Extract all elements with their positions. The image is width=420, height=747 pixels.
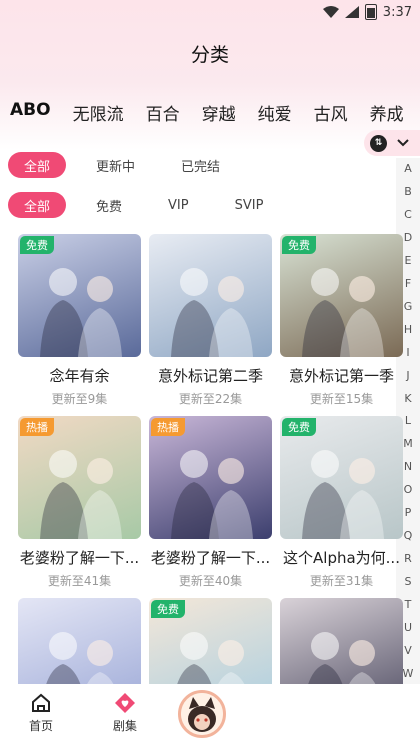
alpha-letter[interactable]: P xyxy=(405,506,412,519)
bottom-fade xyxy=(250,684,396,747)
tab-1[interactable]: 无限流 xyxy=(73,96,124,132)
badge-free: 免费 xyxy=(20,236,54,254)
drama-cover[interactable]: 免费 xyxy=(18,234,141,357)
home-icon xyxy=(32,693,50,712)
alpha-letter[interactable]: O xyxy=(404,483,413,496)
alpha-letter[interactable]: T xyxy=(405,598,412,611)
drama-heart-icon xyxy=(115,693,135,713)
drama-title[interactable]: 老婆粉了解一下... xyxy=(18,547,141,568)
wifi-icon xyxy=(322,6,339,18)
drama-title[interactable]: 老婆粉了解一下... xyxy=(149,547,272,568)
drama-cover[interactable] xyxy=(149,234,272,357)
drama-title[interactable]: 这个Alpha为何... xyxy=(280,547,403,568)
alpha-letter[interactable]: M xyxy=(403,437,413,450)
status-chip-1[interactable]: 更新中 xyxy=(80,152,151,178)
alpha-letter[interactable]: B xyxy=(404,185,412,198)
alpha-letter[interactable]: D xyxy=(404,231,412,244)
drama-card[interactable]: 免费这个Alpha为何... 更新至31集 xyxy=(280,416,403,598)
battery-icon xyxy=(364,4,377,20)
sort-icon[interactable]: ⇅ xyxy=(370,134,387,152)
drama-cover[interactable]: 热播 xyxy=(149,416,272,539)
alpha-letter[interactable]: R xyxy=(404,552,412,565)
pay-filter-row: 全部 免费 VIP SVIP xyxy=(8,192,293,218)
category-tabs: ABO 无限流 百合 穿越 纯爱 古风 养成 xyxy=(10,96,420,132)
tab-3[interactable]: 穿越 xyxy=(202,96,236,132)
alpha-letter[interactable]: L xyxy=(405,414,411,427)
cover-illustration xyxy=(171,268,253,357)
drama-card[interactable]: 免费念年有余更新至9集 xyxy=(18,234,141,416)
drama-cover[interactable]: 免费 xyxy=(280,416,403,539)
drama-episodes: 更新至22集 xyxy=(178,392,243,406)
drama-card[interactable]: 热播老婆粉了解一下... 更新至40集 xyxy=(149,416,272,598)
badge-free: 免费 xyxy=(282,236,316,254)
drama-cover[interactable]: 热播 xyxy=(18,416,141,539)
drama-title[interactable]: 念年有余 xyxy=(18,365,141,386)
drama-episodes: 更新至31集 xyxy=(309,574,374,588)
tab-5[interactable]: 古风 xyxy=(314,96,348,132)
chevron-down-icon[interactable] xyxy=(397,139,409,147)
status-bar: 3:37 xyxy=(0,0,420,24)
badge-free: 免费 xyxy=(282,418,316,436)
drama-grid: 免费 念年有余 更新至9集 意外标记第二季 更新至22集 免费 意外标记第一季 更新至15集热… xyxy=(18,234,403,747)
alpha-letter[interactable]: U xyxy=(404,621,412,634)
tab-6[interactable]: 养成 xyxy=(370,96,404,132)
sort-toggle[interactable]: ⇅ xyxy=(364,130,420,156)
alpha-letter[interactable]: J xyxy=(406,369,409,382)
alpha-letter[interactable]: A xyxy=(404,162,412,175)
signal-icon xyxy=(344,6,359,18)
badge-hot: 热播 xyxy=(20,418,54,436)
drama-episodes: 更新至15集 xyxy=(309,392,374,406)
alpha-letter[interactable]: F xyxy=(405,277,411,290)
pay-chip-3[interactable]: SVIP xyxy=(219,192,280,218)
drama-episodes: 更新至41集 xyxy=(47,574,112,588)
nav-drama[interactable]: 剧集 xyxy=(95,692,155,734)
nav-home-label: 首页 xyxy=(28,719,53,733)
drama-episodes: 更新至40集 xyxy=(178,574,243,588)
nav-home[interactable]: 首页 xyxy=(11,692,71,734)
badge-hot: 热播 xyxy=(151,418,185,436)
alpha-letter[interactable]: C xyxy=(404,208,412,221)
alpha-letter[interactable]: H xyxy=(404,323,412,336)
page-title: 分类 xyxy=(190,44,229,66)
drama-title[interactable]: 意外标记第二季 xyxy=(149,365,272,386)
alpha-letter[interactable]: I xyxy=(406,346,409,359)
drama-card[interactable]: 热播老婆粉了解一下... 更新至41集 xyxy=(18,416,141,598)
tab-2[interactable]: 百合 xyxy=(146,96,180,132)
drama-episodes: 更新至9集 xyxy=(51,392,108,406)
status-time: 3:37 xyxy=(382,4,412,20)
alpha-letter[interactable]: S xyxy=(405,575,412,588)
tab-4[interactable]: 纯爱 xyxy=(258,96,292,132)
avatar-cat-icon xyxy=(181,693,223,735)
alpha-letter[interactable]: G xyxy=(404,300,413,313)
tab-0[interactable]: ABO xyxy=(10,96,51,132)
user-avatar[interactable] xyxy=(178,690,226,738)
status-chip-0[interactable]: 全部 xyxy=(8,152,67,178)
drama-card[interactable]: 意外标记第二季更新至22集 xyxy=(149,234,272,416)
alpha-letter[interactable]: K xyxy=(404,392,411,405)
badge-free: 免费 xyxy=(151,600,185,618)
alpha-letter[interactable]: V xyxy=(404,644,412,657)
nav-drama-label: 剧集 xyxy=(112,719,137,733)
pay-chip-2[interactable]: VIP xyxy=(152,192,205,218)
alpha-letter[interactable]: E xyxy=(405,254,412,267)
pay-chip-1[interactable]: 免费 xyxy=(80,192,138,218)
pay-chip-0[interactable]: 全部 xyxy=(8,192,67,218)
status-filter-row: 全部 更新中 已完结 xyxy=(8,152,250,178)
status-chip-2[interactable]: 已完结 xyxy=(165,152,236,178)
alpha-letter[interactable]: Q xyxy=(404,529,413,542)
drama-title[interactable]: 意外标记第一季 xyxy=(280,365,403,386)
drama-cover[interactable]: 免费 xyxy=(280,234,403,357)
alpha-letter[interactable]: W xyxy=(403,667,414,680)
alpha-letter[interactable]: N xyxy=(404,460,412,473)
drama-card[interactable]: 免费意外标记第一季更新至15集 xyxy=(280,234,403,416)
